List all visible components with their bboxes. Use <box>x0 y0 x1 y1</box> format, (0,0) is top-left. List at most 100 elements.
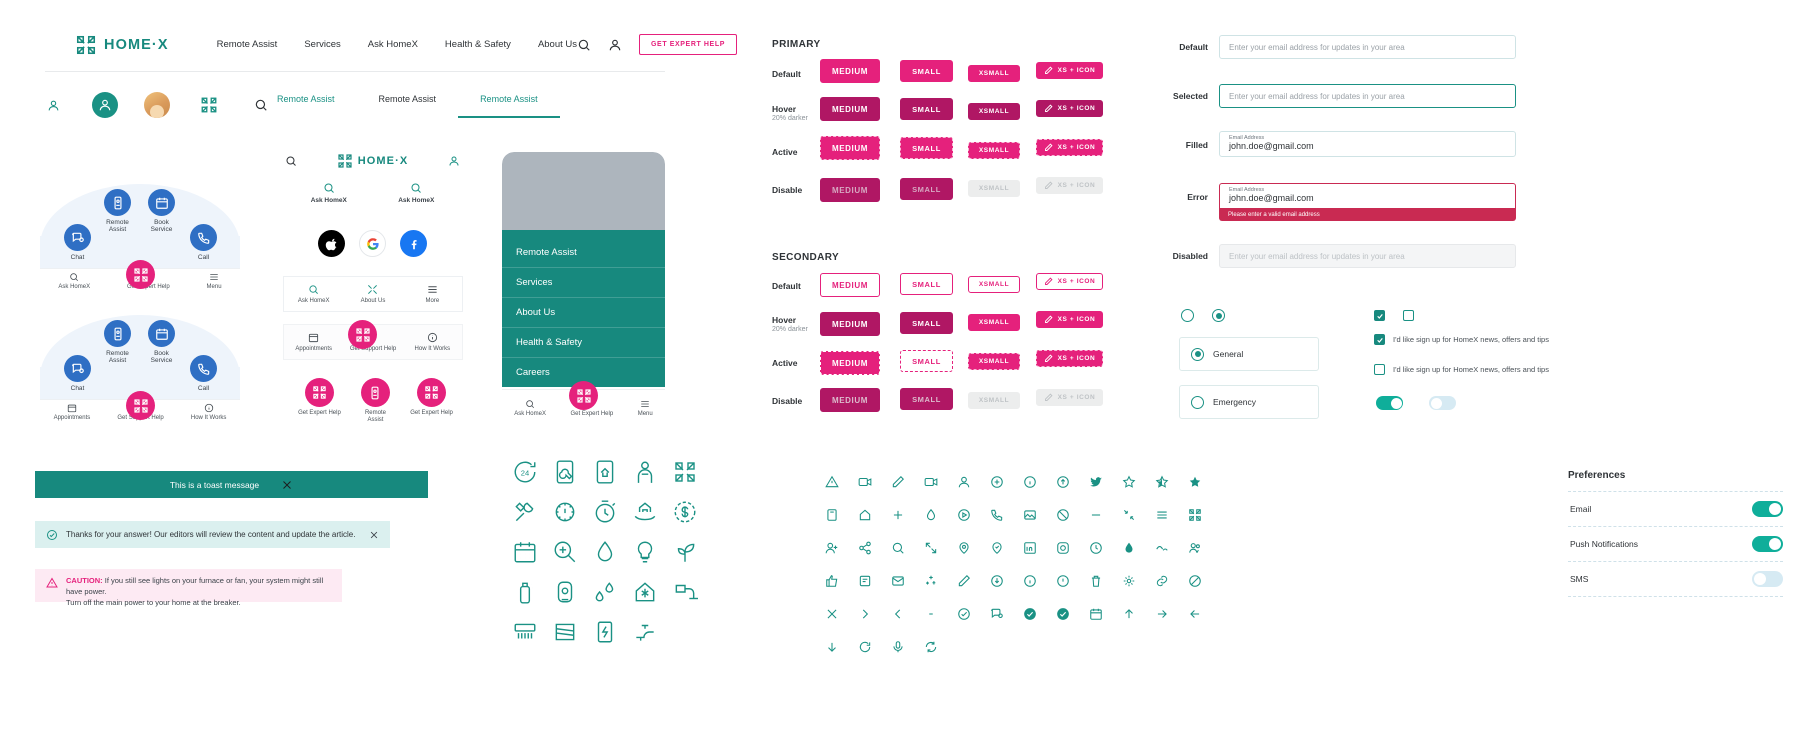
phone-menu-item-services[interactable]: Services <box>502 268 665 298</box>
secondary-xsicon-hover[interactable]: XS + ICON <box>1036 311 1103 329</box>
user-icon[interactable] <box>448 155 460 167</box>
close-icon[interactable] <box>369 530 379 540</box>
footer-item-how-it-works[interactable]: How It Works <box>191 403 226 421</box>
email-field-selected[interactable]: Enter your email address for updates in … <box>1219 84 1516 108</box>
radio-unchecked[interactable] <box>1181 309 1194 322</box>
toggle-off[interactable] <box>1429 396 1456 410</box>
bar-item-appointments[interactable]: Appointments <box>284 332 343 352</box>
email-field-filled[interactable]: Email Address john.doe@gmail.com <box>1219 131 1516 157</box>
primary-medium-disable: MEDIUM <box>820 178 880 202</box>
checkbox-row-signup-unchecked[interactable]: I'd like sign up for HomeX news, offers … <box>1374 364 1549 375</box>
toggle-on[interactable] <box>1376 396 1403 410</box>
mobile-logo[interactable]: HOME·X <box>337 153 409 169</box>
fab-get-support-help[interactable] <box>126 391 155 420</box>
secondary-small-default[interactable]: SMALL <box>900 273 953 295</box>
primary-xsmall-default[interactable]: XSMALL <box>968 62 1020 82</box>
fab-get-expert-help[interactable] <box>126 260 155 289</box>
secondary-medium-active[interactable]: MEDIUM <box>820 351 880 375</box>
footer-item-appointments[interactable]: Appointments <box>54 403 90 421</box>
bar-item-how-it-works[interactable]: How It Works <box>403 332 462 352</box>
preference-toggle-sms[interactable] <box>1752 571 1783 587</box>
primary-xsmall-active[interactable]: XSMALL <box>968 139 1020 159</box>
secondary-xsmall-hover[interactable]: XSMALL <box>968 311 1020 331</box>
checkbox-unchecked[interactable] <box>1403 310 1414 321</box>
tri-item-about-us[interactable]: About Us <box>343 284 402 304</box>
phone-menu-item-health-safety[interactable]: Health & Safety <box>502 328 665 358</box>
toggle-knob <box>1430 397 1442 409</box>
primary-small-default[interactable]: SMALL <box>900 60 953 82</box>
phone-footer-ask-homex[interactable]: Ask HomeX <box>514 399 546 417</box>
tri-item-ask-homex[interactable]: Ask HomeX <box>284 284 343 304</box>
avatar-filled-icon[interactable] <box>92 92 118 118</box>
phone-footer-menu[interactable]: Menu <box>638 399 653 417</box>
secondary-xsicon-active[interactable]: XS + ICON <box>1036 350 1103 368</box>
search-icon[interactable] <box>577 38 591 52</box>
water-heater-icon <box>545 572 585 612</box>
homex-mark-icon[interactable] <box>196 92 222 118</box>
radio-card-emergency[interactable]: Emergency <box>1179 385 1319 419</box>
primary-medium-active[interactable]: MEDIUM <box>820 136 880 160</box>
arc-button-call[interactable]: Call <box>190 224 217 261</box>
fab-bar-get-support-help[interactable] <box>348 320 377 349</box>
radio-card-general[interactable]: General <box>1179 337 1319 371</box>
footer-item-ask-homex[interactable]: Ask HomeX <box>58 272 90 290</box>
primary-medium-hover[interactable]: MEDIUM <box>820 97 880 121</box>
arc-button-book-service[interactable]: Book Service <box>148 320 175 365</box>
footer-item-menu[interactable]: Menu <box>207 272 222 290</box>
primary-xsicon-default[interactable]: XS + ICON <box>1036 62 1103 80</box>
logo[interactable]: HOME·X <box>75 34 169 56</box>
checkbox-row-signup-checked[interactable]: I'd like sign up for HomeX news, offers … <box>1374 334 1549 345</box>
nav-item-about-us[interactable]: About Us <box>538 39 577 50</box>
secondary-small-active[interactable]: SMALL <box>900 350 953 372</box>
pink-item-get-expert-help-2[interactable]: Get Expert Help <box>410 378 453 424</box>
search-icon[interactable] <box>285 155 297 167</box>
preference-toggle-push[interactable] <box>1752 536 1783 552</box>
nav-item-remote-assist[interactable]: Remote Assist <box>217 39 278 50</box>
tab-remote-assist-teal[interactable]: Remote Assist <box>255 86 357 116</box>
arc-button-book-service[interactable]: Book Service <box>148 189 175 234</box>
phone-menu-item-remote-assist[interactable]: Remote Assist <box>502 238 665 268</box>
google-icon[interactable] <box>359 230 386 257</box>
radio-checked[interactable] <box>1212 309 1225 322</box>
arc-button-call[interactable]: Call <box>190 355 217 392</box>
close-icon[interactable] <box>281 479 293 491</box>
email-field-error[interactable]: Email Address john.doe@gmail.com <box>1219 183 1516 209</box>
user-icon[interactable] <box>608 38 622 52</box>
quad-item-ask-homex-1[interactable]: Ask HomeX <box>285 182 373 204</box>
primary-small-hover[interactable]: SMALL <box>900 98 953 120</box>
preference-toggle-email[interactable] <box>1752 501 1783 517</box>
secondary-small-hover[interactable]: SMALL <box>900 312 953 334</box>
secondary-medium-default[interactable]: MEDIUM <box>820 273 880 297</box>
tab-remote-assist-plain[interactable]: Remote Assist <box>357 86 459 116</box>
primary-xsicon-active[interactable]: XS + ICON <box>1036 139 1103 157</box>
arc-button-chat[interactable]: Chat <box>64 224 91 261</box>
primary-xsicon-hover[interactable]: XS + ICON <box>1036 100 1103 118</box>
phone-menu-item-about-us[interactable]: About Us <box>502 298 665 328</box>
quad-item-ask-homex-2[interactable]: Ask HomeX <box>373 182 461 204</box>
secondary-xsmall-default[interactable]: XSMALL <box>968 273 1020 293</box>
arc-button-chat[interactable]: Chat <box>64 355 91 392</box>
get-expert-help-button[interactable]: GET EXPERT HELP <box>639 34 737 55</box>
arc-button-remote-assist[interactable]: Remote Assist <box>104 189 131 234</box>
primary-small-active[interactable]: SMALL <box>900 137 953 159</box>
fab-phone-get-expert-help[interactable] <box>569 381 598 410</box>
secondary-xsmall-active[interactable]: XSMALL <box>968 350 1020 370</box>
secondary-medium-hover[interactable]: MEDIUM <box>820 312 880 336</box>
email-field-default[interactable]: Enter your email address for updates in … <box>1219 35 1516 59</box>
checkbox-checked[interactable] <box>1374 310 1385 321</box>
primary-xsmall-hover[interactable]: XSMALL <box>968 100 1020 120</box>
primary-medium-default[interactable]: MEDIUM <box>820 59 880 83</box>
tri-item-more[interactable]: More <box>403 284 462 304</box>
pink-item-get-expert-help-1[interactable]: Get Expert Help <box>298 378 341 424</box>
secondary-xsicon-default[interactable]: XS + ICON <box>1036 273 1103 291</box>
arc-button-remote-assist[interactable]: Remote Assist <box>104 320 131 365</box>
avatar-outline-icon[interactable] <box>40 92 66 118</box>
pink-item-remote-assist[interactable]: Remote Assist <box>360 378 390 424</box>
nav-item-health-safety[interactable]: Health & Safety <box>445 39 511 50</box>
nav-item-services[interactable]: Services <box>304 39 340 50</box>
avatar-photo[interactable] <box>144 92 170 118</box>
nav-item-ask-homex[interactable]: Ask HomeX <box>368 39 418 50</box>
facebook-icon[interactable] <box>400 230 427 257</box>
apple-icon[interactable] <box>318 230 345 257</box>
tab-remote-assist-active[interactable]: Remote Assist <box>458 86 560 118</box>
